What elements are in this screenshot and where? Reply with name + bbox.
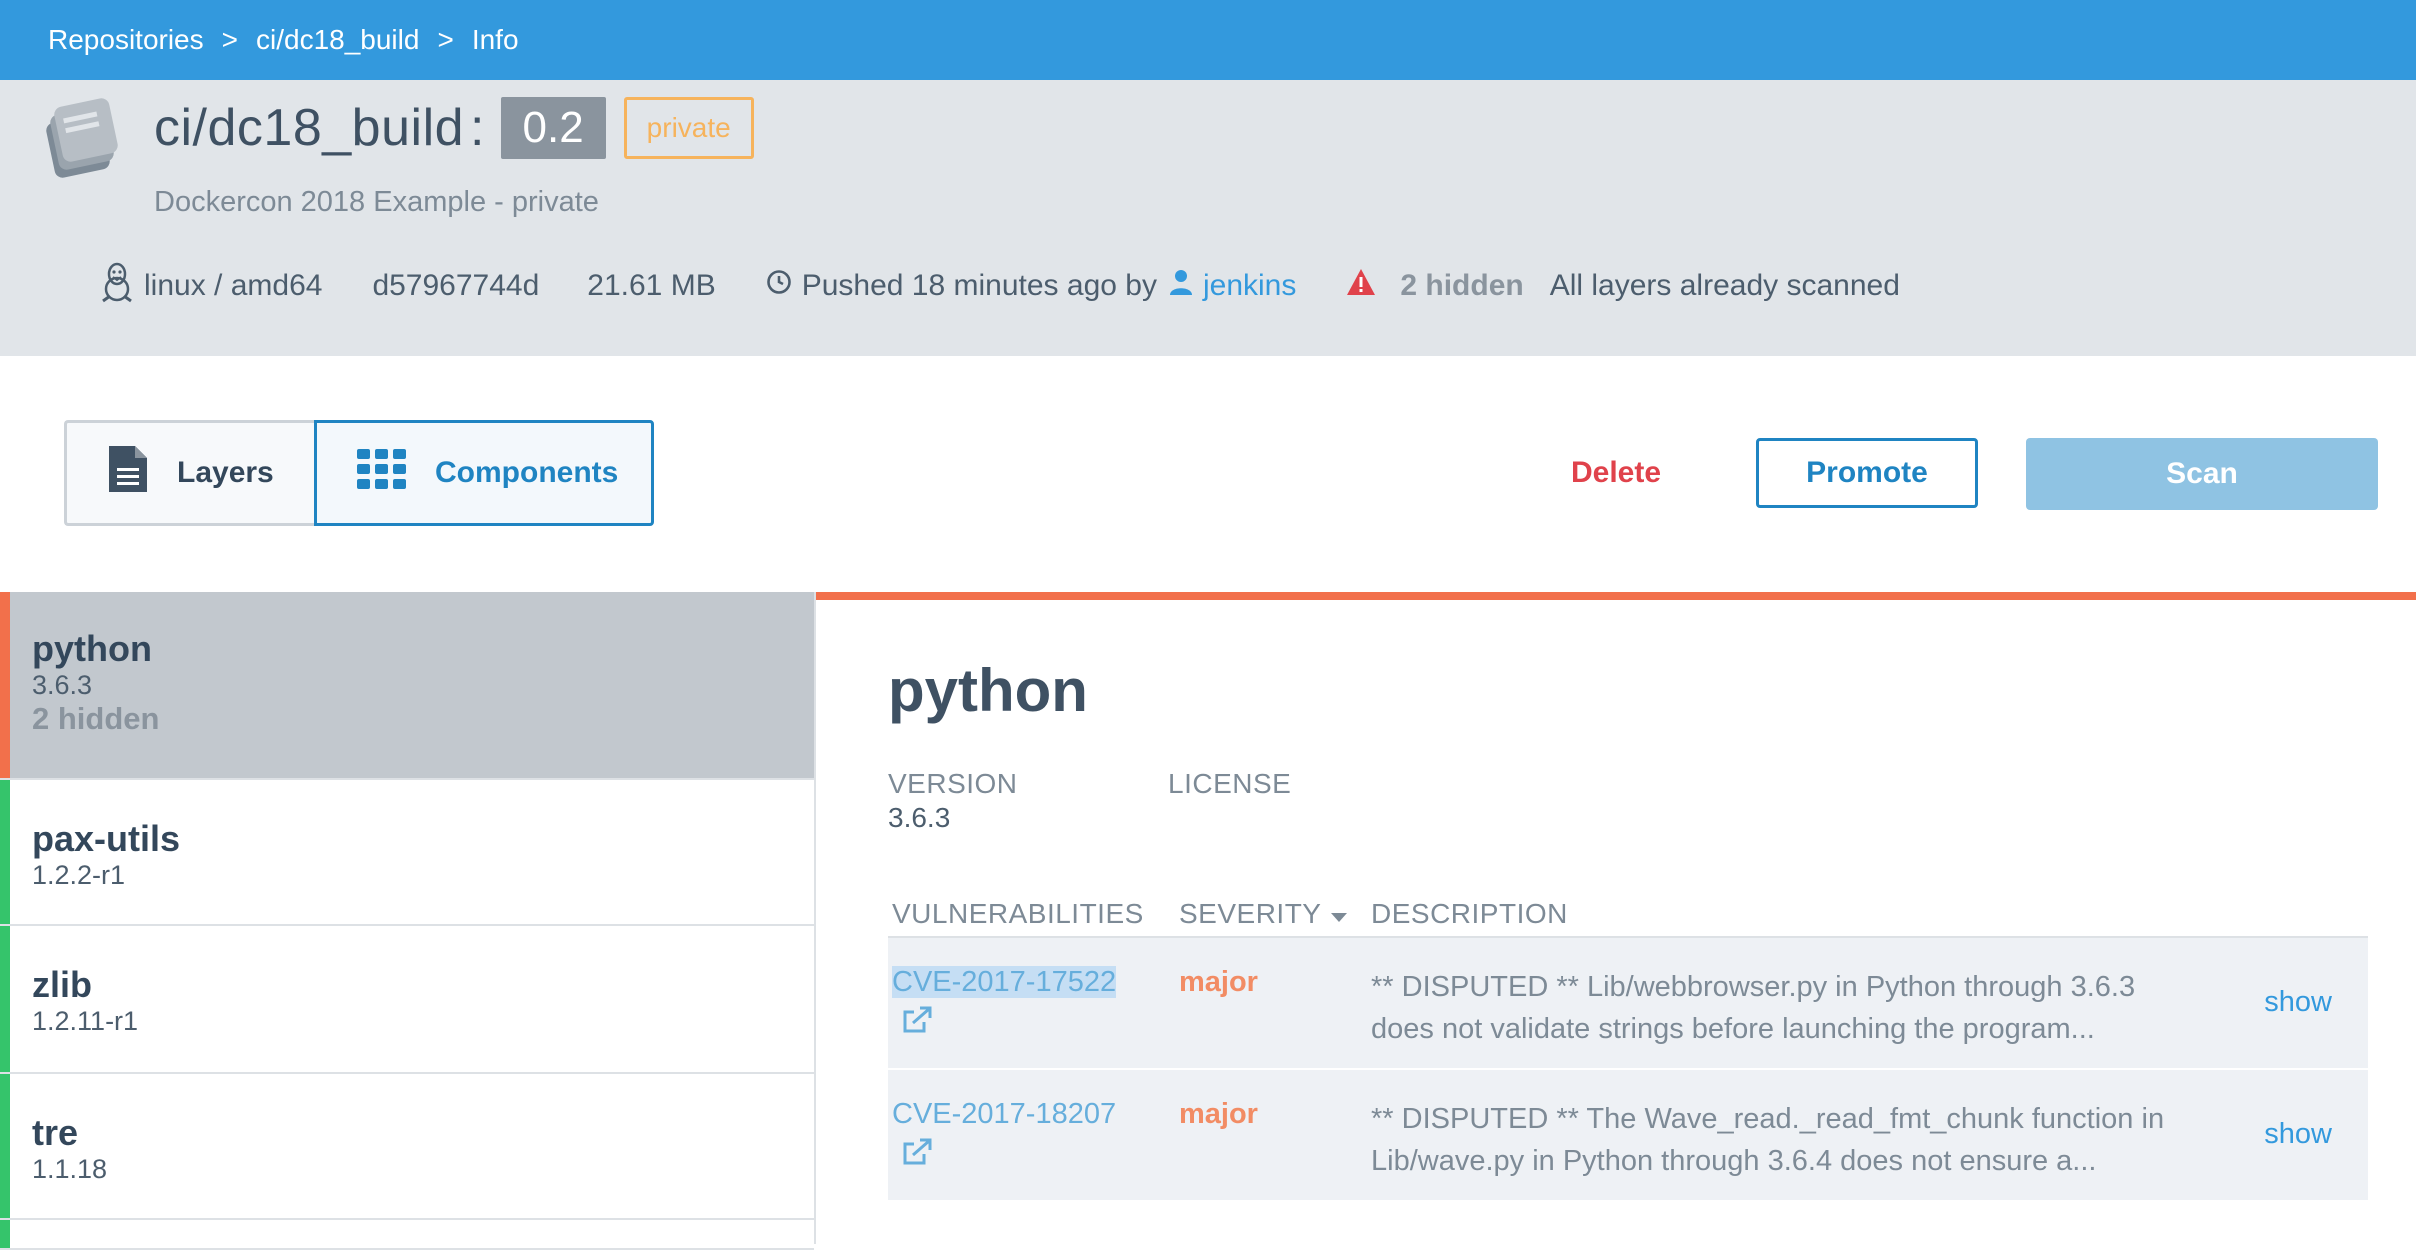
severity-label: major (1179, 966, 1258, 998)
pushed-info: Pushed 18 minutes ago by jenkins (766, 269, 1296, 303)
component-name: tre (32, 1112, 79, 1153)
user-icon (1169, 269, 1193, 303)
title-colon: : (470, 99, 485, 157)
hidden-count: 2 hidden (1400, 269, 1524, 302)
component-version: 1.2.2-r1 (32, 860, 126, 890)
tab-layers[interactable]: Layers (64, 420, 314, 526)
external-link-icon[interactable] (902, 1138, 932, 1174)
tab-components[interactable]: Components (314, 420, 654, 526)
os-arch-text: linux / amd64 (144, 269, 323, 302)
component-item-python[interactable]: python 3.6.3 2 hidden (0, 592, 814, 780)
breadcrumb-current: Info (471, 24, 519, 55)
component-version: 1.2.11-r1 (32, 1006, 139, 1036)
promote-button[interactable]: Promote (1756, 438, 1978, 508)
severity-bar (816, 592, 2416, 600)
component-item-pax-utils[interactable]: pax-utils 1.2.2-r1 (0, 780, 814, 926)
linux-penguin-icon (100, 261, 134, 311)
vulnerability-description: ** DISPUTED ** The Wave_read._read_fmt_c… (1371, 1103, 2165, 1177)
column-severity[interactable]: SEVERITY (1179, 898, 1371, 930)
delete-button[interactable]: Delete (1520, 438, 1712, 508)
view-toggle: Layers Components (64, 420, 654, 526)
component-item-tre[interactable]: tre 1.1.18 (0, 1074, 814, 1220)
severity-label: major (1179, 1098, 1258, 1130)
image-size: 21.61 MB (587, 269, 716, 302)
table-row: CVE-2017-17522 major ** DISPUTED ** Lib/… (888, 938, 2368, 1070)
component-item-partial[interactable] (0, 1220, 814, 1250)
pushed-text: Pushed 18 minutes ago by (801, 269, 1157, 302)
breadcrumb-repository[interactable]: ci/dc18_build (256, 24, 419, 56)
document-icon (107, 444, 177, 502)
breadcrumb-separator: > (437, 24, 454, 55)
grid-icon (357, 449, 435, 497)
page-title: ci/dc18_build (154, 99, 465, 157)
tab-components-label: Components (435, 456, 619, 489)
repository-stack-icon (44, 94, 126, 178)
image-digest: d57967744d (372, 269, 540, 302)
vulnerability-summary: 2 hidden All layers already scanned (1346, 268, 1900, 304)
version-label: VERSION (888, 768, 1018, 799)
version-value: 3.6.3 (888, 802, 951, 833)
component-version: 1.1.18 (32, 1154, 108, 1184)
show-details-link[interactable]: show (2264, 986, 2332, 1019)
component-name: pax-utils (32, 818, 181, 859)
sort-caret-icon (1331, 898, 1348, 930)
component-version: 3.6.3 (32, 670, 93, 700)
license-label: LICENSE (1168, 768, 1292, 799)
component-item-zlib[interactable]: zlib 1.2.11-r1 (0, 926, 814, 1074)
user-name[interactable]: jenkins (1203, 269, 1296, 303)
vulnerability-description: ** DISPUTED ** Lib/webbrowser.py in Pyth… (1371, 971, 2136, 1045)
column-severity-label: SEVERITY (1179, 898, 1322, 929)
warning-icon (1346, 268, 1376, 304)
cve-link[interactable]: CVE-2017-17522 (892, 966, 1117, 998)
breadcrumb: Repositories > ci/dc18_build > Info (0, 0, 2416, 80)
component-title: python (888, 657, 1088, 724)
cve-cell: CVE-2017-18207 (892, 1098, 1152, 1165)
repo-description: Dockercon 2018 Example - private (154, 186, 599, 218)
vulnerability-table: VULNERABILITIES SEVERITY DESCRIPTION CVE… (888, 892, 2368, 1202)
component-name: python (32, 628, 152, 669)
component-list: python 3.6.3 2 hidden pax-utils 1.2.2-r1… (0, 592, 816, 1250)
external-link-icon[interactable] (902, 1006, 932, 1042)
show-details-link[interactable]: show (2264, 1118, 2332, 1151)
breadcrumb-separator: > (221, 24, 238, 55)
cve-cell: CVE-2017-17522 (892, 966, 1152, 1033)
column-vulnerabilities[interactable]: VULNERABILITIES (892, 898, 1179, 930)
tag-badge: 0.2 (500, 97, 606, 159)
scan-button[interactable]: Scan (2026, 438, 2378, 510)
table-row: CVE-2017-18207 major ** DISPUTED ** The … (888, 1070, 2368, 1202)
cve-link[interactable]: CVE-2017-18207 (892, 1098, 1116, 1130)
column-description: DESCRIPTION (1371, 898, 1568, 929)
visibility-badge: private (623, 97, 754, 159)
repo-header: ci/dc18_build : 0.2 private Dockercon 20… (0, 80, 2416, 356)
clock-icon (766, 269, 792, 303)
image-meta: linux / amd64 d57967744d 21.61 MB Pushed… (100, 262, 1900, 310)
table-header: VULNERABILITIES SEVERITY DESCRIPTION (888, 892, 2368, 938)
tab-layers-label: Layers (177, 456, 274, 489)
title-row: ci/dc18_build : 0.2 private (154, 94, 754, 162)
os-arch: linux / amd64 (100, 261, 322, 311)
pushed-by-user[interactable]: jenkins (1169, 269, 1296, 303)
scan-status: All layers already scanned (1549, 269, 1900, 302)
component-name: zlib (32, 964, 92, 1005)
breadcrumb-repositories[interactable]: Repositories (48, 24, 204, 56)
component-hidden-count: 2 hidden (32, 701, 160, 736)
